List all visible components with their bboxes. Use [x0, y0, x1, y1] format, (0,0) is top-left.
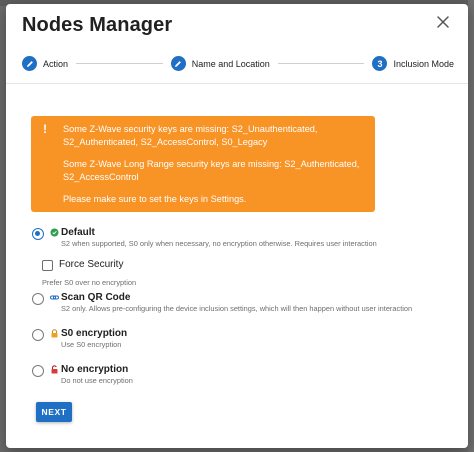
- link-icon: [50, 293, 59, 302]
- radio-s0-encryption[interactable]: [32, 329, 44, 341]
- alert-message: Some Z-Wave Long Range security keys are…: [63, 159, 360, 182]
- option-title: Default: [61, 227, 95, 238]
- dialog-titlebar: Nodes Manager: [6, 4, 468, 44]
- lock-icon: [50, 329, 59, 338]
- force-security-checkbox[interactable]: [42, 260, 53, 271]
- close-button[interactable]: [432, 13, 454, 35]
- option-title: No encryption: [61, 364, 129, 375]
- step-name-location[interactable]: Name and Location: [170, 44, 270, 84]
- option-description: S2 when supported, S0 only when necessar…: [61, 239, 377, 248]
- step-connector: [76, 63, 163, 64]
- step-inclusion-mode[interactable]: 3 Inclusion Mode: [372, 44, 454, 84]
- radio-default[interactable]: [32, 228, 44, 240]
- close-icon: [437, 15, 449, 33]
- option-description: S2 only. Allows pre-configuring the devi…: [61, 304, 413, 313]
- force-security-label: Force Security: [59, 259, 124, 270]
- step-label: Action: [43, 58, 69, 69]
- step-connector: [277, 63, 365, 64]
- alert-icon: !: [43, 122, 47, 136]
- pencil-icon: [170, 56, 186, 71]
- option-title: S0 encryption: [61, 328, 128, 339]
- option-title: Scan QR Code: [61, 292, 131, 303]
- dialog-title: Nodes Manager: [22, 14, 173, 36]
- alert-message: Please make sure to set the keys in Sett…: [63, 194, 247, 204]
- option-description: Use S0 encryption: [61, 340, 122, 349]
- option-description: Do not use encryption: [61, 376, 133, 385]
- step-label: Inclusion Mode: [393, 58, 454, 69]
- shield-check-icon: [50, 228, 59, 237]
- backdrop-right: [468, 0, 474, 452]
- nodes-manager-dialog: Nodes Manager Action Name and Location 3…: [6, 4, 468, 448]
- stepper: Action Name and Location 3 Inclusion Mod…: [6, 44, 468, 84]
- radio-scan-qr[interactable]: [32, 293, 44, 305]
- next-button[interactable]: NEXT: [36, 402, 72, 422]
- step-label: Name and Location: [191, 58, 270, 69]
- step-number: 3: [372, 56, 388, 71]
- pencil-icon: [22, 56, 37, 71]
- unlock-icon: [50, 365, 59, 374]
- missing-keys-alert: ! Some Z-Wave security keys are missing:…: [31, 116, 375, 212]
- force-security-description: Prefer S0 over no encryption: [42, 278, 137, 287]
- alert-message: Some Z-Wave security keys are missing: S…: [63, 124, 318, 147]
- radio-no-encryption[interactable]: [32, 365, 44, 377]
- step-action[interactable]: Action: [22, 44, 68, 84]
